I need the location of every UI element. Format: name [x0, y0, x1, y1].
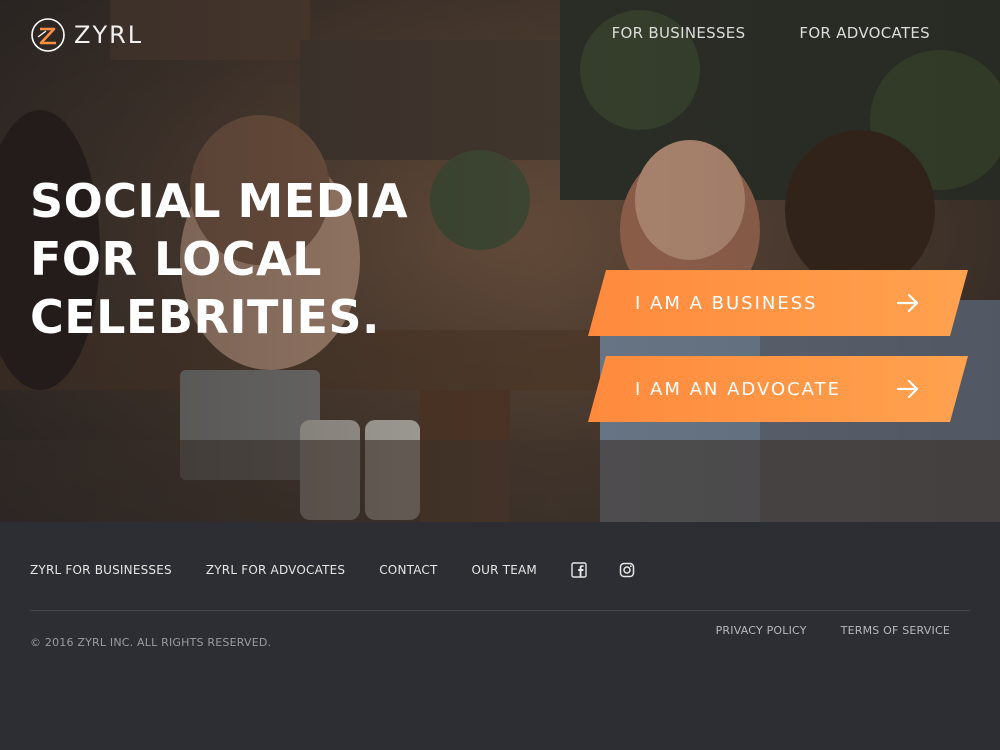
zyrl-logo-icon	[31, 18, 65, 52]
nav-for-advocates[interactable]: FOR ADVOCATES	[799, 24, 930, 42]
footer-link-zyrl-for-advocates[interactable]: ZYRL FOR ADVOCATES	[206, 563, 345, 577]
arrow-right-icon	[896, 291, 920, 315]
footer-divider	[30, 610, 970, 611]
i-am-a-business-button[interactable]: I AM A BUSINESS	[588, 270, 968, 336]
nav-for-businesses[interactable]: FOR BUSINESSES	[612, 24, 746, 42]
facebook-icon[interactable]	[571, 562, 587, 578]
footer-link-our-team[interactable]: OUR TEAM	[472, 563, 537, 577]
hero-section: ZYRL FOR BUSINESSES FOR ADVOCATES SOCIAL…	[0, 0, 1000, 522]
instagram-icon[interactable]	[619, 562, 635, 578]
terms-of-service-link[interactable]: TERMS OF SERVICE	[841, 624, 950, 637]
cta-business-label: I AM A BUSINESS	[635, 292, 818, 314]
headline-line-3: CELEBRITIES.	[30, 290, 381, 344]
copyright-text: © 2016 ZYRL INC. ALL RIGHTS RESERVED.	[30, 636, 272, 649]
main-nav: FOR BUSINESSES FOR ADVOCATES	[612, 24, 930, 42]
headline-line-2: FOR LOCAL	[30, 232, 322, 286]
footer-nav: ZYRL FOR BUSINESSES ZYRL FOR ADVOCATES C…	[30, 562, 635, 578]
top-navigation: ZYRL FOR BUSINESSES FOR ADVOCATES	[0, 0, 1000, 70]
cta-advocate-label: I AM AN ADVOCATE	[635, 378, 841, 400]
privacy-policy-link[interactable]: PRIVACY POLICY	[716, 624, 807, 637]
legal-links: PRIVACY POLICY TERMS OF SERVICE	[716, 624, 950, 637]
headline-line-1: SOCIAL MEDIA	[30, 174, 409, 228]
logo[interactable]: ZYRL	[30, 17, 143, 53]
hero-headline: SOCIAL MEDIA FOR LOCAL CELEBRITIES.	[30, 172, 408, 346]
site-footer: ZYRL FOR BUSINESSES ZYRL FOR ADVOCATES C…	[0, 522, 1000, 750]
social-links	[571, 562, 635, 578]
logo-wordmark: ZYRL	[74, 21, 144, 49]
footer-link-contact[interactable]: CONTACT	[379, 563, 437, 577]
i-am-an-advocate-button[interactable]: I AM AN ADVOCATE	[588, 356, 968, 422]
footer-link-zyrl-for-businesses[interactable]: ZYRL FOR BUSINESSES	[30, 563, 172, 577]
arrow-right-icon	[896, 377, 920, 401]
